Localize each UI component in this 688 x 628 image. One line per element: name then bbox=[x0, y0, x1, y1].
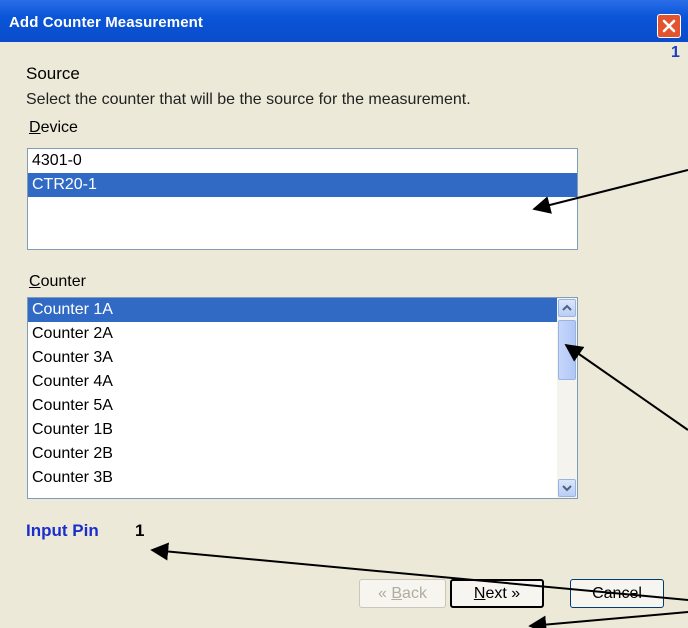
scroll-up-button[interactable] bbox=[558, 299, 576, 317]
counter-item-1b[interactable]: Counter 1B bbox=[28, 418, 577, 442]
next-button[interactable]: Next » bbox=[450, 579, 544, 608]
counter-item-2a[interactable]: Counter 2A bbox=[28, 322, 577, 346]
scroll-down-button[interactable] bbox=[558, 479, 576, 497]
device-item-4301-0[interactable]: 4301-0 bbox=[28, 149, 577, 173]
add-counter-dialog: Add Counter Measurement 1 Source Select … bbox=[0, 0, 688, 628]
chevron-up-icon bbox=[562, 304, 572, 311]
counter-item-3a[interactable]: Counter 3A bbox=[28, 346, 577, 370]
chevron-down-icon bbox=[562, 485, 572, 492]
input-pin-label: Input Pin bbox=[26, 521, 99, 540]
cancel-button[interactable]: Cancel bbox=[570, 579, 664, 608]
counter-scrollbar[interactable] bbox=[557, 298, 577, 498]
counter-item-5a[interactable]: Counter 5A bbox=[28, 394, 577, 418]
counter-item-2b[interactable]: Counter 2B bbox=[28, 442, 577, 466]
back-button[interactable]: « Back bbox=[359, 579, 446, 608]
counter-item-4a[interactable]: Counter 4A bbox=[28, 370, 577, 394]
close-button[interactable] bbox=[657, 14, 681, 38]
window-title: Add Counter Measurement bbox=[9, 14, 203, 31]
scroll-thumb[interactable] bbox=[558, 320, 576, 380]
page-number: 1 bbox=[671, 44, 680, 61]
counter-label: Counter bbox=[29, 273, 86, 290]
device-listbox[interactable]: 4301-0 CTR20-1 bbox=[27, 148, 578, 250]
title-bar[interactable]: Add Counter Measurement bbox=[0, 0, 688, 42]
section-heading: Source bbox=[26, 64, 80, 83]
counter-item-3b[interactable]: Counter 3B bbox=[28, 466, 577, 490]
counter-listbox[interactable]: Counter 1A Counter 2A Counter 3A Counter… bbox=[27, 297, 578, 499]
device-item-ctr20-1[interactable]: CTR20-1 bbox=[28, 173, 577, 197]
device-label: Device bbox=[29, 119, 78, 136]
counter-item-1a[interactable]: Counter 1A bbox=[28, 298, 577, 322]
close-icon bbox=[662, 19, 676, 33]
input-pin-value: 1 bbox=[135, 521, 145, 540]
section-instruction: Select the counter that will be the sour… bbox=[26, 91, 471, 108]
